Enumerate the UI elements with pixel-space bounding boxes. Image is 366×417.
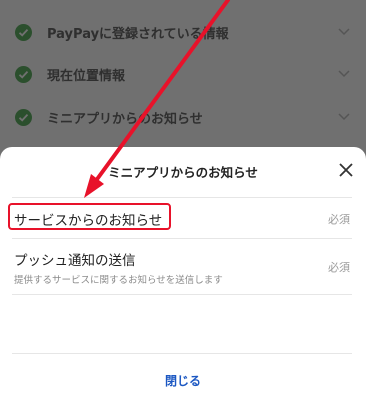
required-label: 必須 xyxy=(328,213,350,226)
check-circle-icon xyxy=(15,108,32,126)
close-button[interactable]: 閉じる xyxy=(0,372,366,389)
background-item-label: ミニアプリからのお知らせ xyxy=(47,111,203,127)
background-item-paypay-info: PayPayに登録されている情報 xyxy=(0,12,366,52)
close-icon[interactable] xyxy=(338,162,354,178)
chevron-down-icon xyxy=(338,28,350,36)
divider xyxy=(12,238,352,239)
background-permission-list: PayPayに登録されている情報 現在位置情報 ミニアプリからのお知らせ xyxy=(0,0,366,150)
item-subtitle: 提供するサービスに関するお知らせを送信します xyxy=(14,275,223,286)
required-label: 必須 xyxy=(328,261,350,274)
background-item-label: PayPayに登録されている情報 xyxy=(47,26,229,42)
item-title: プッシュ通知の送信 xyxy=(14,253,136,269)
divider xyxy=(12,353,352,354)
check-circle-icon xyxy=(15,23,32,41)
background-item-label: 現在位置情報 xyxy=(47,68,126,84)
chevron-down-icon xyxy=(338,70,350,78)
annotation-highlight-box xyxy=(8,203,171,230)
divider xyxy=(12,197,352,198)
background-item-notifications: ミニアプリからのお知らせ xyxy=(0,97,366,137)
background-item-location: 現在位置情報 xyxy=(0,54,366,94)
notification-settings-sheet: ミニアプリからのお知らせ サービスからのお知らせ 必須 プッシュ通知の送信 提供… xyxy=(0,147,366,417)
check-circle-icon xyxy=(15,65,32,83)
chevron-down-icon xyxy=(338,113,350,121)
divider xyxy=(12,294,352,295)
sheet-title: ミニアプリからのお知らせ xyxy=(108,165,258,180)
